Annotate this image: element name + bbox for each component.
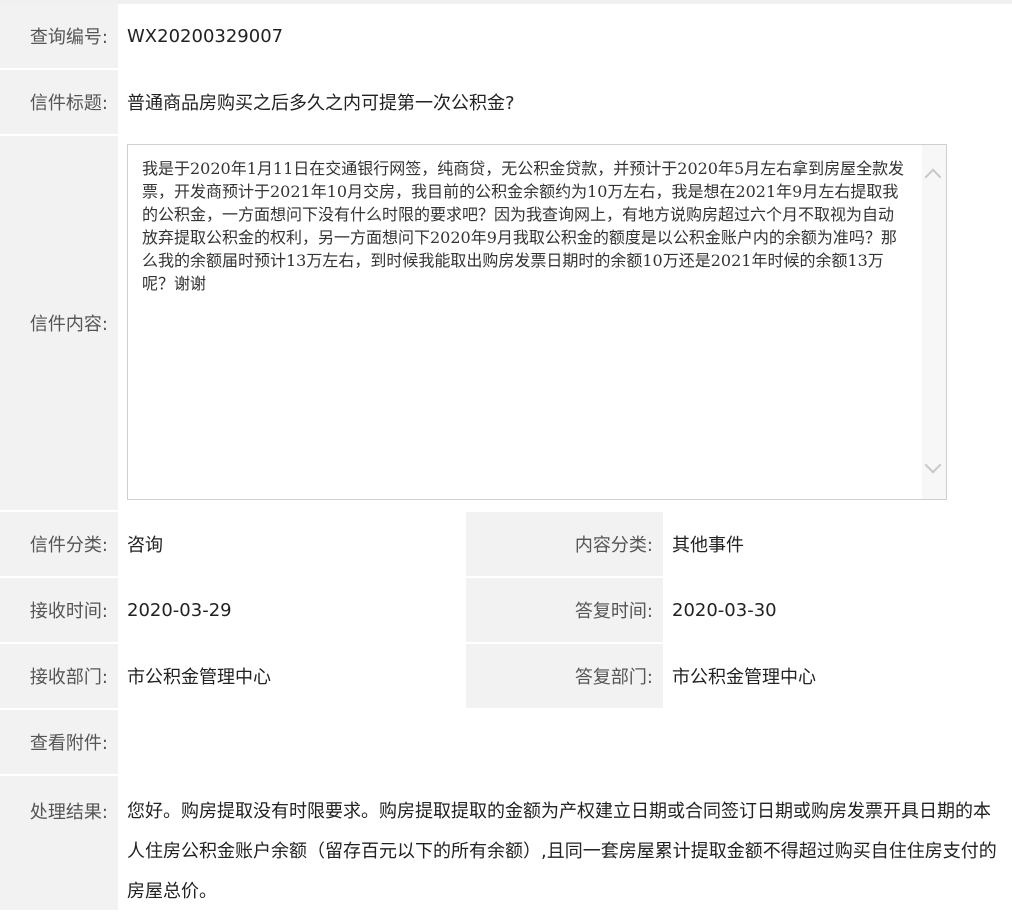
category-row: 信件分类: 咨询 内容分类: 其他事件 (0, 512, 1012, 578)
chevron-down-icon[interactable] (924, 456, 942, 474)
textarea-scrollbar[interactable] (922, 145, 946, 499)
letter-category-label: 信件分类: (0, 512, 118, 576)
reply-time-label: 答复时间: (466, 578, 663, 642)
receive-dept-value: 市公积金管理中心 (127, 667, 271, 688)
content-category-value: 其他事件 (672, 535, 744, 556)
result-row: 处理结果: 您好。购房提取没有时限要求。购房提取提取的金额为产权建立日期或合同签… (0, 776, 1012, 912)
reply-dept-label: 答复部门: (466, 644, 663, 708)
letter-detail-form: 查询编号: WX20200329007 信件标题: 普通商品房购买之后多久之内可… (0, 0, 1012, 912)
query-id-label: 查询编号: (0, 4, 118, 68)
attachments-row: 查看附件: (0, 710, 1012, 776)
letter-title-label: 信件标题: (0, 70, 118, 134)
result-label: 处理结果: (0, 776, 118, 910)
letter-category-value: 咨询 (127, 535, 163, 556)
letter-content-cell: 我是于2020年1月11日在交通银行网签，纯商贷，无公积金贷款，并预计于2020… (118, 136, 1012, 510)
receive-dept-label: 接收部门: (0, 644, 118, 708)
time-row: 接收时间: 2020-03-29 答复时间: 2020-03-30 (0, 578, 1012, 644)
reply-time-value: 2020-03-30 (672, 599, 777, 621)
letter-title-row: 信件标题: 普通商品房购买之后多久之内可提第一次公积金? (0, 70, 1012, 136)
letter-content-label: 信件内容: (0, 136, 118, 510)
letter-content-textarea[interactable]: 我是于2020年1月11日在交通银行网签，纯商贷，无公积金贷款，并预计于2020… (127, 144, 947, 500)
letter-title-value: 普通商品房购买之后多久之内可提第一次公积金? (127, 93, 515, 114)
letter-content-text: 我是于2020年1月11日在交通银行网签，纯商贷，无公积金贷款，并预计于2020… (142, 159, 905, 293)
query-id-value: WX20200329007 (127, 25, 284, 47)
reply-dept-value: 市公积金管理中心 (672, 667, 816, 688)
result-cell: 您好。购房提取没有时限要求。购房提取提取的金额为产权建立日期或合同签订日期或购房… (118, 776, 1012, 910)
attachments-value (118, 710, 1012, 774)
department-row: 接收部门: 市公积金管理中心 答复部门: 市公积金管理中心 (0, 644, 1012, 710)
result-text: 您好。购房提取没有时限要求。购房提取提取的金额为产权建立日期或合同签订日期或购房… (127, 801, 997, 902)
content-category-label: 内容分类: (466, 512, 663, 576)
query-id-row: 查询编号: WX20200329007 (0, 4, 1012, 70)
receive-time-value: 2020-03-29 (127, 599, 232, 621)
letter-content-row: 信件内容: 我是于2020年1月11日在交通银行网签，纯商贷，无公积金贷款，并预… (0, 136, 1012, 512)
attachments-label: 查看附件: (0, 710, 118, 774)
receive-time-label: 接收时间: (0, 578, 118, 642)
chevron-up-icon[interactable] (924, 168, 942, 186)
